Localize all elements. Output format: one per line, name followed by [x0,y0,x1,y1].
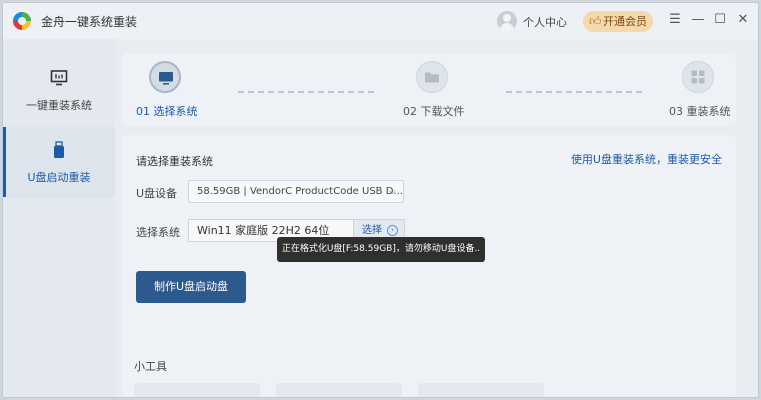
chevron-down-icon: ⌵ [388,186,396,197]
step-connector [238,91,374,93]
udisk-select[interactable]: 58.59GB | VendorC ProductCode USB D... ⌵ [188,180,404,203]
maximize-icon[interactable]: ☐ [711,11,729,29]
step-1-indicator [149,61,181,93]
steps-progress: 01 选择系统 02 下载文件 03 重装系统 [122,53,736,125]
usb-drive-icon [54,141,64,158]
sidebar-item-usb-reinstall[interactable]: U盘启动重装 [3,127,115,197]
monitor-icon [50,70,68,86]
udisk-label: U盘设备 [136,187,178,200]
step-3-indicator [682,61,714,93]
main-panel: 请选择重装系统 使用U盘重装系统，重装更安全 U盘设备 58.59GB | Ve… [122,135,736,397]
tool-card[interactable] [418,383,544,397]
grid-icon [691,70,705,84]
tools-title: 小工具 [134,360,167,373]
app-logo-icon [13,12,31,30]
system-field-value: Win11 家庭版 22H2 64位 [197,224,330,237]
choose-button-label: 选择 [362,225,382,236]
folder-icon [425,72,439,83]
udisk-select-value: 58.59GB | VendorC ProductCode USB D... [197,186,403,197]
tool-card[interactable] [134,383,260,397]
circle-arrow-right-icon: › [387,225,398,236]
section-title: 请选择重装系统 [136,155,213,168]
step-3-label: 03 重装系统 [669,105,731,118]
sidebar-item-label: 一键重装系统 [26,99,92,112]
step-connector [506,91,642,93]
vip-button-label: 开通会员 [603,15,647,28]
sidebar-item-label: U盘启动重装 [27,171,91,184]
sidebar-item-reinstall[interactable]: 一键重装系统 [3,55,115,125]
system-label: 选择系统 [136,226,180,239]
active-indicator [3,127,6,197]
step-2-indicator [416,61,448,93]
title-bar: 金舟一键系统重装 个人中心 👍︎ 开通会员 ☰ — ☐ ✕ [3,3,758,39]
step-2-label: 02 下载文件 [403,105,465,118]
thumbs-up-icon: 👍︎ [589,14,602,28]
safe-reinstall-link[interactable]: 使用U盘重装系统，重装更安全 [571,151,722,167]
vip-button[interactable]: 👍︎ 开通会员 [583,11,653,32]
close-icon[interactable]: ✕ [734,11,752,29]
user-avatar-icon[interactable] [497,11,517,31]
app-title: 金舟一键系统重装 [41,15,138,29]
monitor-icon [159,72,173,85]
app-window: 金舟一键系统重装 个人中心 👍︎ 开通会员 ☰ — ☐ ✕ 一键重装系统 U盘启… [2,2,759,398]
tool-card[interactable] [276,383,402,397]
menu-icon[interactable]: ☰ [666,11,684,29]
user-center-link[interactable]: 个人中心 [523,14,567,30]
make-usb-boot-button[interactable]: 制作U盘启动盘 [136,271,246,303]
sidebar: 一键重装系统 U盘启动重装 [3,39,115,397]
format-progress-toast: 正在格式化U盘[F:58.59GB]，请勿移动U盘设备.. [277,237,485,262]
step-1-label: 01 选择系统 [136,105,198,118]
minimize-icon[interactable]: — [689,11,707,29]
